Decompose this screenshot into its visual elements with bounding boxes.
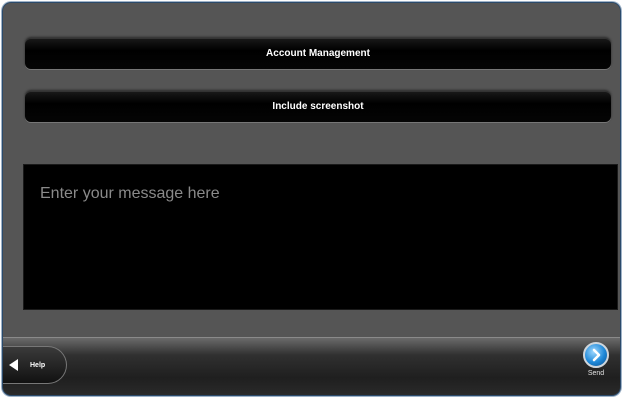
forward-arrow-icon	[583, 342, 609, 368]
send-label: Send	[587, 370, 605, 377]
feedback-screen: Account Management Include screenshot En…	[3, 3, 620, 338]
include-screenshot-button[interactable]: Include screenshot	[25, 91, 611, 122]
bottom-toolbar: Help Send	[3, 337, 620, 395]
account-management-button[interactable]: Account Management	[25, 38, 611, 69]
message-input[interactable]: Enter your message here	[23, 164, 618, 310]
send-button[interactable]: Send	[580, 342, 612, 377]
help-label: Help	[30, 361, 46, 369]
help-button[interactable]: Help	[3, 346, 67, 384]
back-arrow-icon	[9, 359, 18, 371]
device-frame: Account Management Include screenshot En…	[3, 3, 620, 395]
